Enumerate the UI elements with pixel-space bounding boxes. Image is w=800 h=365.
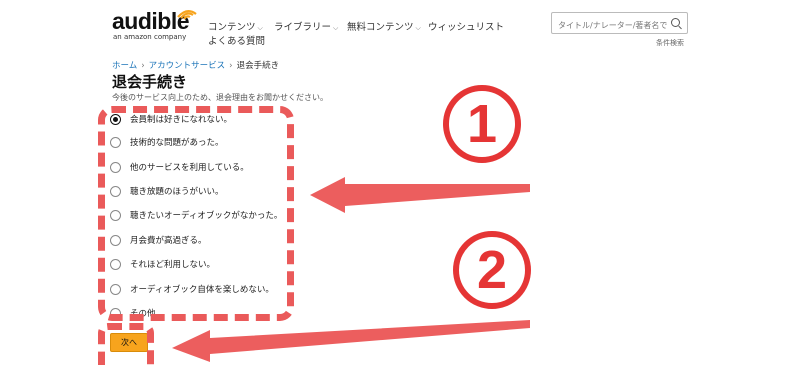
- annotation-arrows: [172, 177, 530, 362]
- annotation-arrow-1: [310, 177, 530, 213]
- annotation-arrow-2: [172, 320, 530, 362]
- annotation-step-1: 1: [443, 85, 521, 163]
- annotation-step-2: 2: [453, 231, 531, 309]
